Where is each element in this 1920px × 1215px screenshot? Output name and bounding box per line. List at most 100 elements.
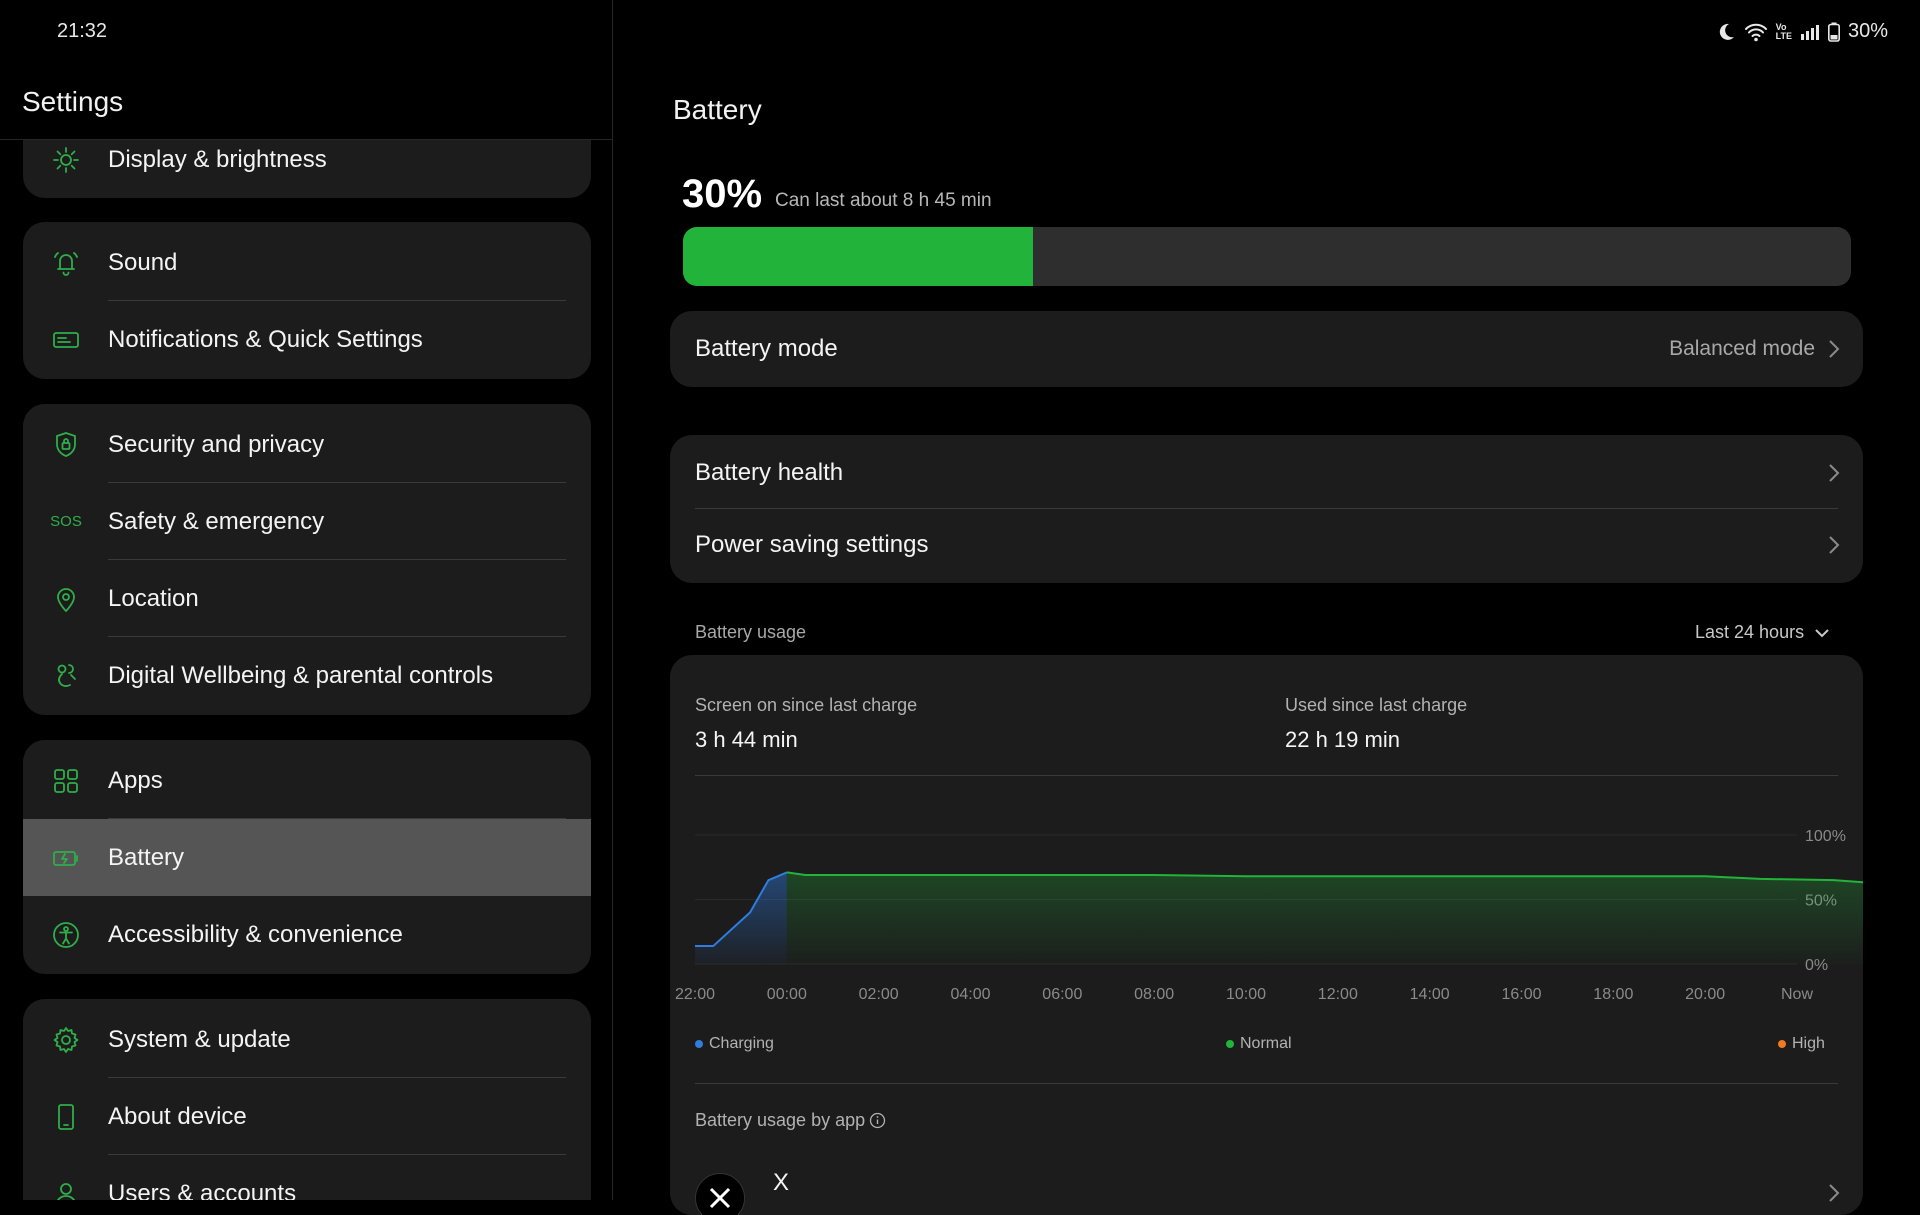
legend-label: High bbox=[1792, 1035, 1825, 1052]
usage-by-app-label: Battery usage by app bbox=[695, 1110, 866, 1130]
sidebar-item-about-device[interactable]: About device bbox=[23, 1078, 591, 1155]
sun-icon bbox=[50, 144, 82, 176]
battery-health-row[interactable]: Battery health bbox=[670, 437, 1863, 509]
accessibility-icon bbox=[50, 919, 82, 951]
sidebar-card-apps: Apps Battery Accessibility & convenience bbox=[23, 740, 591, 974]
sidebar-item-security[interactable]: Security and privacy bbox=[23, 406, 591, 483]
x-app-logo-icon bbox=[695, 1173, 745, 1215]
x-tick-label: 04:00 bbox=[950, 986, 990, 1003]
settings-sidebar: Settings Display & brightness Sound Noti… bbox=[0, 0, 613, 1200]
sidebar-item-apps[interactable]: Apps bbox=[23, 742, 591, 819]
sidebar-item-safety[interactable]: SOS Safety & emergency bbox=[23, 483, 591, 560]
power-saving-label: Power saving settings bbox=[695, 531, 929, 558]
usage-range-dropdown[interactable]: Last 24 hours bbox=[1695, 622, 1830, 643]
legend-charging: Charging bbox=[695, 1035, 774, 1053]
info-icon[interactable] bbox=[869, 1112, 886, 1129]
x-tick-label: 22:00 bbox=[675, 986, 715, 1003]
sidebar-scroll-area[interactable]: Display & brightness Sound Notifications… bbox=[0, 140, 612, 1200]
chart-divider bbox=[695, 1083, 1838, 1084]
power-saving-row[interactable]: Power saving settings bbox=[670, 509, 1863, 581]
x-tick-label: 02:00 bbox=[859, 986, 899, 1003]
sidebar-item-sound[interactable]: Sound bbox=[23, 224, 591, 301]
bell-icon bbox=[50, 247, 82, 279]
x-tick-label: 20:00 bbox=[1685, 986, 1725, 1003]
sidebar-card-system: System & update About device Users & acc… bbox=[23, 999, 591, 1200]
phone-icon bbox=[50, 1101, 82, 1133]
x-tick-label: 06:00 bbox=[1042, 986, 1082, 1003]
signal-icon bbox=[1800, 23, 1820, 41]
chevron-right-icon bbox=[1829, 1184, 1840, 1202]
sidebar-item-label: Battery bbox=[108, 843, 185, 871]
page-title: Battery bbox=[673, 94, 762, 125]
volte-icon: Vo LTE bbox=[1775, 21, 1792, 41]
battery-settings-card: Battery health Power saving settings bbox=[670, 435, 1863, 583]
legend-normal: Normal bbox=[1226, 1035, 1292, 1053]
chevron-right-icon bbox=[1829, 340, 1840, 358]
app-usage-row[interactable]: X bbox=[670, 1155, 1863, 1215]
sidebar-item-label: Accessibility & convenience bbox=[108, 920, 403, 948]
sidebar-card-display: Display & brightness bbox=[23, 140, 591, 198]
sidebar-item-label: Users & accounts bbox=[108, 1179, 297, 1201]
sidebar-item-label: About device bbox=[108, 1102, 247, 1130]
sidebar-item-label: Safety & emergency bbox=[108, 507, 325, 535]
battery-level-fill bbox=[683, 227, 1034, 286]
wellbeing-icon bbox=[50, 660, 82, 692]
battery-mode-row[interactable]: Battery mode Balanced mode bbox=[670, 313, 1863, 385]
x-tick-label: Now bbox=[1781, 986, 1813, 1003]
sidebar-item-location[interactable]: Location bbox=[23, 560, 591, 637]
sidebar-item-label: Location bbox=[108, 584, 199, 612]
sidebar-item-battery[interactable]: Battery bbox=[23, 819, 591, 896]
sidebar-item-label: Security and privacy bbox=[108, 430, 325, 458]
apps-grid-icon bbox=[50, 765, 82, 797]
app-name: X bbox=[773, 1169, 790, 1196]
wifi-icon bbox=[1744, 22, 1768, 42]
battery-mode-label: Battery mode bbox=[695, 335, 838, 362]
battery-usage-chart[interactable]: 100%50%0%22:0000:0002:0004:0006:0008:001… bbox=[670, 655, 1863, 1035]
usage-by-app-heading: Battery usage by app bbox=[695, 1110, 886, 1131]
sidebar-card-security: Security and privacy SOS Safety & emerge… bbox=[23, 404, 591, 715]
battery-remaining-time: Can last about 8 h 45 min bbox=[775, 190, 992, 211]
sos-icon: SOS bbox=[50, 513, 82, 530]
chevron-right-icon bbox=[1829, 536, 1840, 554]
battery-level-bar bbox=[683, 227, 1851, 286]
notification-icon bbox=[50, 324, 82, 356]
do-not-disturb-moon-icon bbox=[1716, 22, 1736, 42]
legend-dot-high bbox=[1778, 1040, 1786, 1048]
sidebar-item-accessibility[interactable]: Accessibility & convenience bbox=[23, 896, 591, 973]
legend-high: High bbox=[1778, 1035, 1825, 1053]
x-tick-label: 00:00 bbox=[767, 986, 807, 1003]
x-tick-label: 16:00 bbox=[1501, 986, 1541, 1003]
chevron-down-icon bbox=[1815, 628, 1829, 637]
series-area-charging bbox=[695, 872, 787, 964]
sidebar-item-notifications[interactable]: Notifications & Quick Settings bbox=[23, 301, 591, 378]
x-tick-label: 18:00 bbox=[1593, 986, 1633, 1003]
sidebar-item-system-update[interactable]: System & update bbox=[23, 1001, 591, 1078]
sidebar-item-label: Sound bbox=[108, 248, 178, 276]
x-tick-label: 14:00 bbox=[1410, 986, 1450, 1003]
sidebar-item-label: Digital Wellbeing & parental controls bbox=[108, 661, 494, 689]
usage-range-value: Last 24 hours bbox=[1695, 622, 1805, 642]
battery-mode-value: Balanced mode bbox=[1669, 337, 1815, 360]
sidebar-item-label: Display & brightness bbox=[108, 145, 327, 173]
series-area-normal bbox=[786, 872, 1863, 964]
sidebar-item-label: Notifications & Quick Settings bbox=[108, 325, 423, 353]
settings-title: Settings bbox=[22, 86, 124, 117]
chevron-right-icon bbox=[1829, 464, 1840, 482]
shield-icon bbox=[50, 429, 82, 461]
battery-health-label: Battery health bbox=[695, 459, 844, 486]
sidebar-item-label: System & update bbox=[108, 1025, 291, 1053]
user-icon bbox=[50, 1178, 82, 1200]
battery-mode-card: Battery mode Balanced mode bbox=[670, 311, 1863, 387]
sidebar-item-users-accounts[interactable]: Users & accounts bbox=[23, 1155, 591, 1200]
y-tick-label: 100% bbox=[1805, 828, 1846, 845]
sidebar-item-display[interactable]: Display & brightness bbox=[23, 140, 591, 198]
legend-label: Charging bbox=[709, 1035, 774, 1052]
location-pin-icon bbox=[50, 583, 82, 615]
legend-label: Normal bbox=[1240, 1035, 1292, 1052]
gear-icon bbox=[50, 1024, 82, 1056]
sidebar-item-digital-wellbeing[interactable]: Digital Wellbeing & parental controls bbox=[23, 637, 591, 714]
battery-usage-card: Screen on since last charge 3 h 44 min U… bbox=[670, 655, 1863, 1215]
battery-status-percent: 30% bbox=[1847, 20, 1888, 42]
battery-icon bbox=[50, 842, 82, 874]
x-tick-label: 12:00 bbox=[1318, 986, 1358, 1003]
